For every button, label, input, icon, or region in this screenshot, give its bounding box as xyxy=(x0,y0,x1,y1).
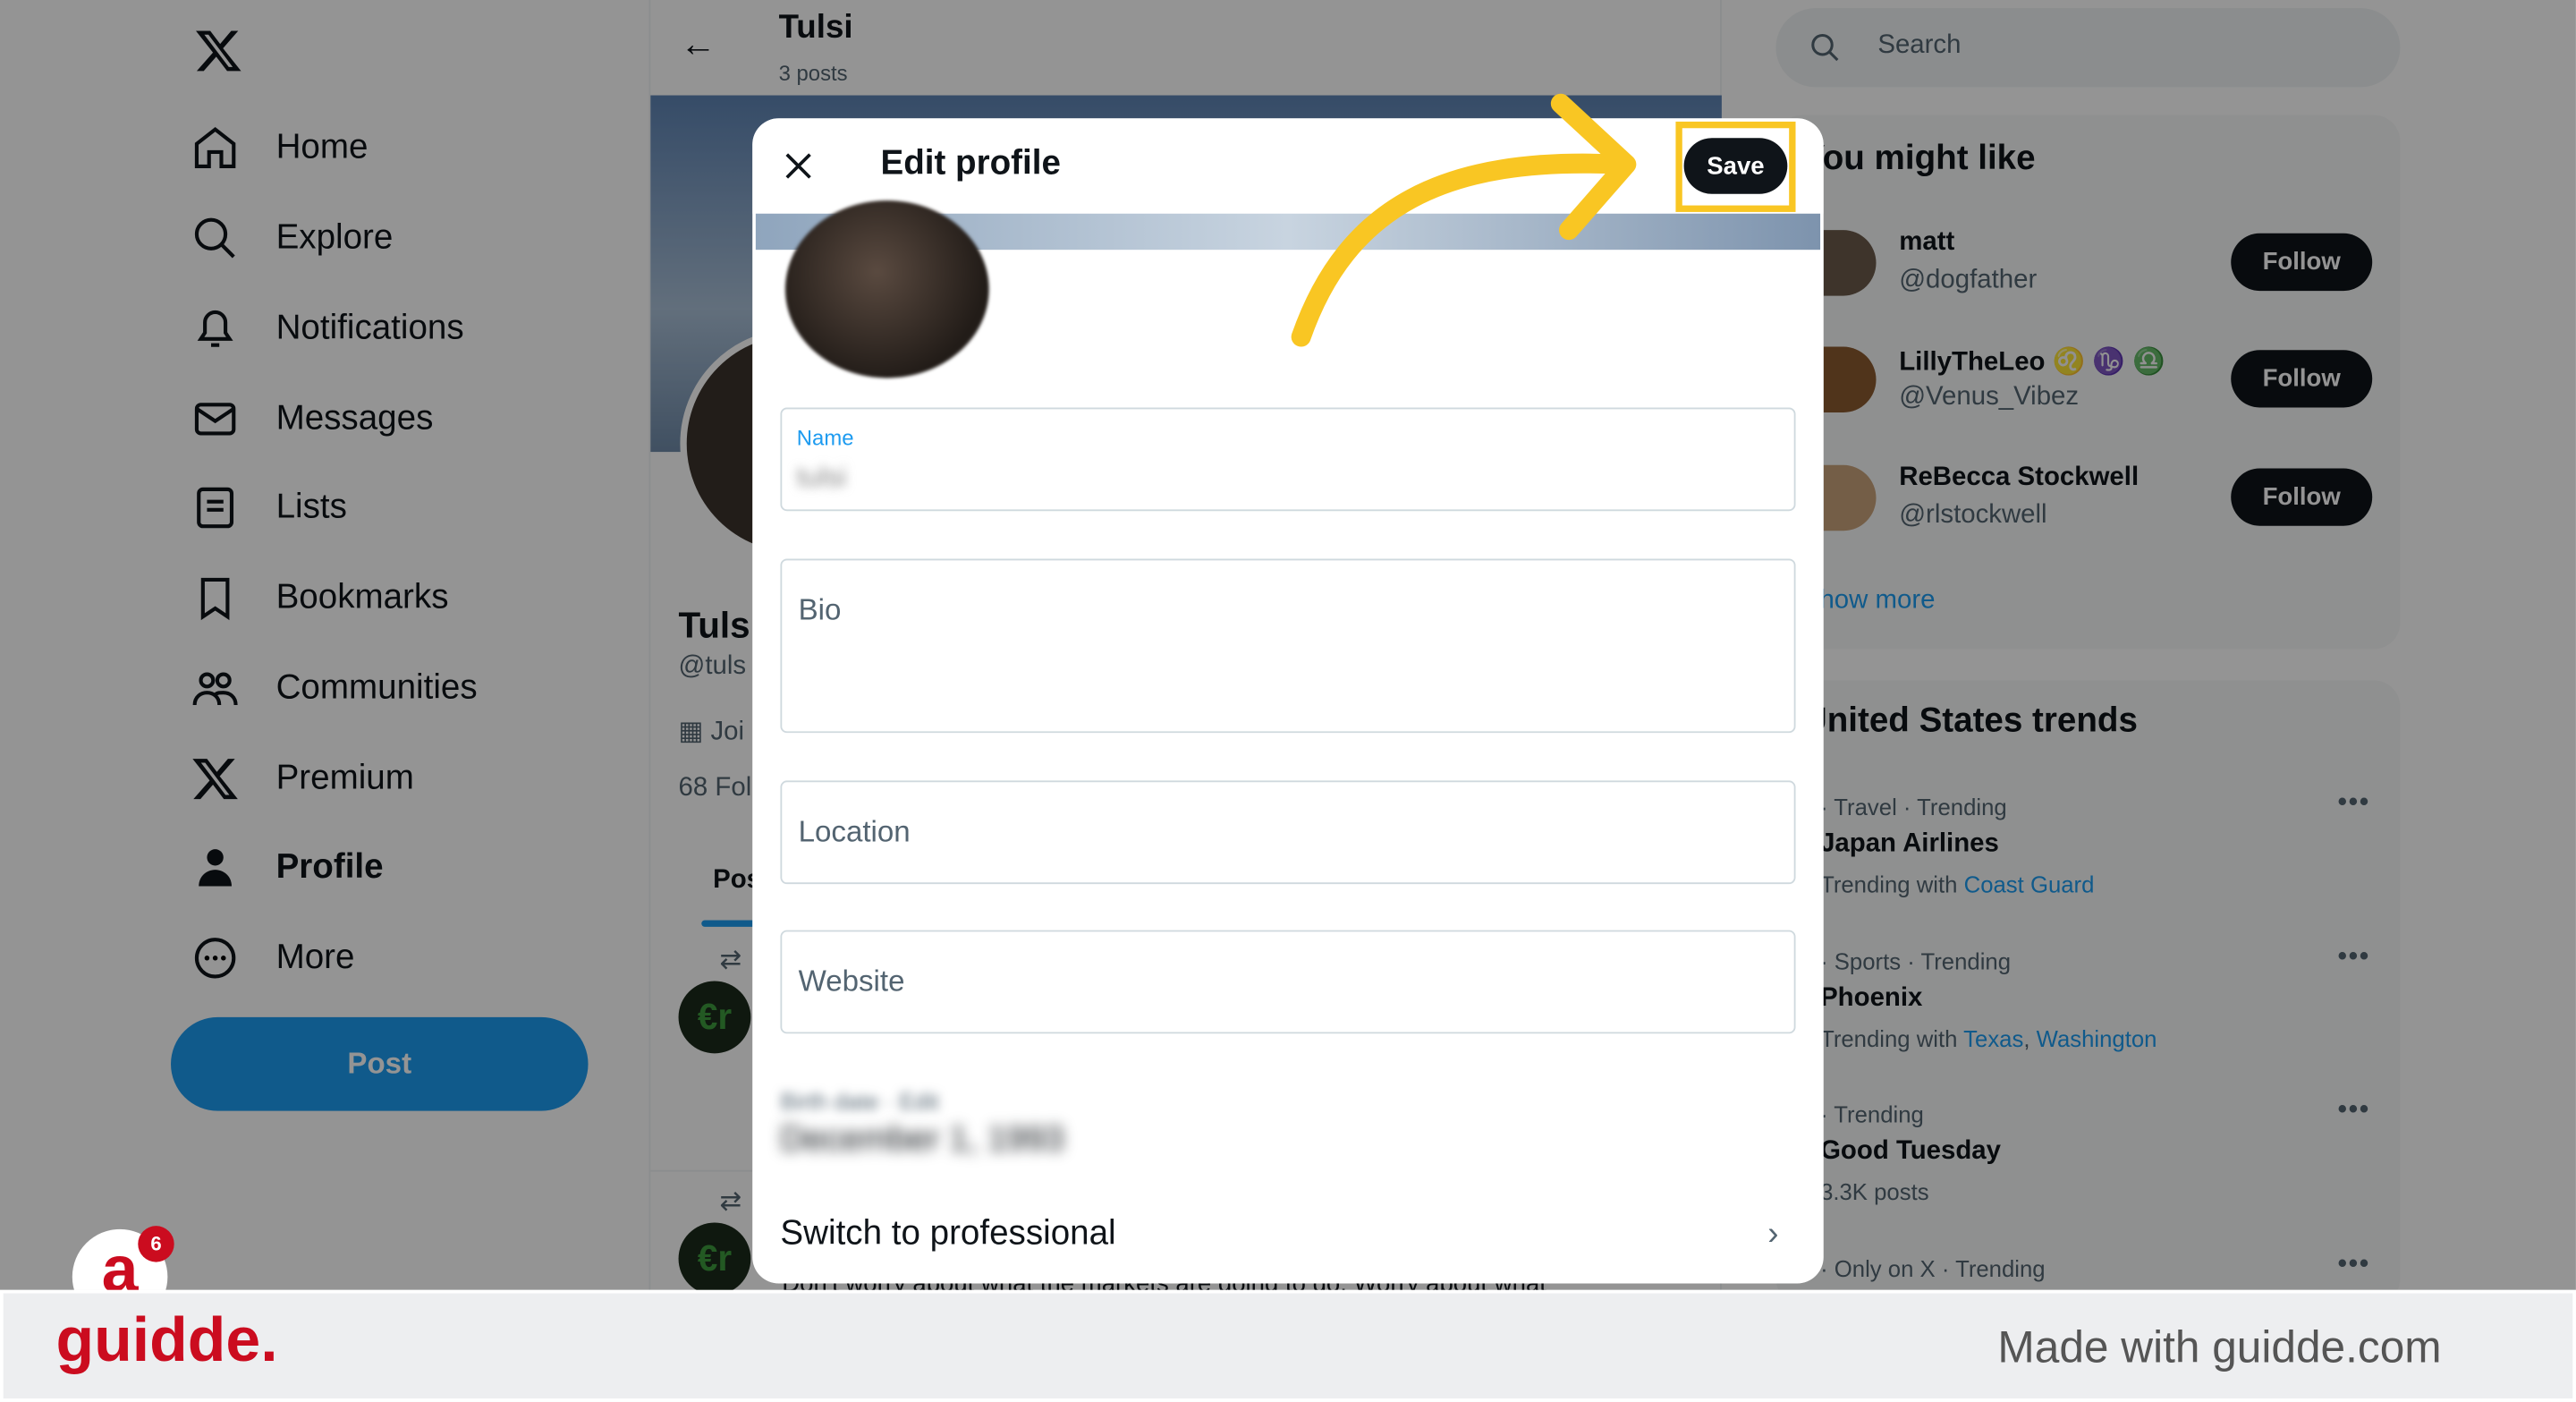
profile-photo[interactable] xyxy=(784,200,989,378)
notification-count-badge: 6 xyxy=(138,1226,174,1262)
name-field[interactable]: Name tulsi xyxy=(780,407,1796,512)
dialog-title: Edit profile xyxy=(880,144,1061,183)
annotation-arrow-icon xyxy=(1291,93,1637,347)
birth-date-value: December 1, 1993 xyxy=(780,1120,1064,1159)
chevron-right-icon[interactable]: › xyxy=(1767,1216,1778,1253)
birth-date-label: Birth date · Edit xyxy=(780,1087,939,1115)
switch-professional[interactable]: Switch to professional xyxy=(780,1214,1115,1253)
made-with-text[interactable]: Made with guidde.com xyxy=(1997,1323,2441,1374)
bio-placeholder: Bio xyxy=(798,593,842,626)
website-field[interactable]: Website xyxy=(780,930,1796,1034)
location-placeholder: Location xyxy=(798,815,911,848)
guidde-logo[interactable]: guidde. xyxy=(55,1306,277,1377)
name-label: Name xyxy=(796,425,854,451)
save-highlight-box xyxy=(1675,121,1796,212)
bio-field[interactable]: Bio xyxy=(780,558,1796,734)
location-field[interactable]: Location xyxy=(780,780,1796,885)
website-placeholder: Website xyxy=(798,964,905,998)
guidde-footer: guidde. Made with guidde.com xyxy=(0,1289,2576,1402)
name-value: tulsi xyxy=(796,462,847,494)
close-icon[interactable] xyxy=(784,151,813,181)
